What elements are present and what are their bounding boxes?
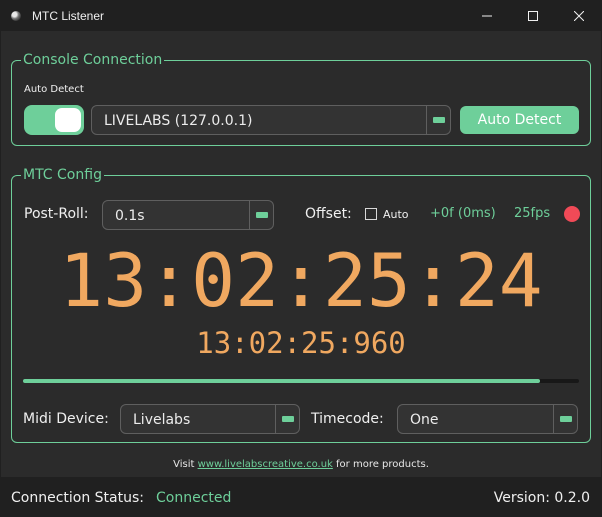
footer-visit-suffix: for more products.	[332, 459, 429, 470]
toggle-knob	[55, 108, 81, 132]
minimize-icon	[482, 15, 492, 16]
console-select-value: LIVELABS (127.0.0.1)	[104, 113, 253, 129]
post-roll-select[interactable]: 0.1s	[102, 200, 274, 230]
chevron-down-icon	[275, 405, 299, 433]
footer-note: Visit www.livelabscreative.co.uk for mor…	[1, 459, 601, 470]
post-roll-label: Post-Roll:	[24, 206, 89, 222]
fps-value: 25fps	[514, 206, 551, 221]
footer-visit-prefix: Visit	[173, 459, 198, 470]
chevron-down-icon	[249, 201, 273, 229]
offset-label: Offset:	[305, 206, 352, 222]
console-connection-title: Console Connection	[21, 51, 165, 69]
website-link[interactable]: www.livelabscreative.co.uk	[198, 459, 333, 470]
app-icon	[11, 10, 21, 21]
timecode-display: 13:02:25:24	[59, 239, 543, 324]
timecode-ms-display: 13:02:25:960	[196, 326, 406, 360]
connection-status-label: Connection Status:	[11, 490, 144, 506]
mtc-config-title: MTC Config	[21, 166, 104, 184]
timecode-select[interactable]: One	[397, 404, 578, 434]
timecode-select-value: One	[410, 412, 439, 428]
chevron-down-icon	[426, 106, 450, 134]
minimize-button[interactable]	[464, 0, 510, 31]
timecode-progress-fill	[23, 379, 541, 383]
auto-detect-label: Auto Detect	[24, 84, 84, 95]
version-label: Version: 0.2.0	[493, 490, 590, 506]
midi-device-select[interactable]: Livelabs	[120, 404, 300, 434]
status-indicator	[564, 206, 580, 222]
close-button[interactable]	[556, 0, 602, 31]
console-select[interactable]: LIVELABS (127.0.0.1)	[91, 105, 451, 135]
offset-auto-checkbox[interactable]	[365, 208, 377, 220]
post-roll-value: 0.1s	[115, 208, 145, 224]
midi-device-value: Livelabs	[133, 412, 191, 428]
offset-auto-label: Auto	[383, 208, 409, 221]
maximize-icon	[528, 10, 538, 21]
auto-detect-button[interactable]: Auto Detect	[460, 106, 579, 134]
window-title: MTC Listener	[32, 8, 105, 23]
chevron-down-icon	[553, 405, 577, 433]
auto-detect-button-label: Auto Detect	[477, 112, 562, 128]
close-icon	[574, 10, 584, 21]
timecode-progress	[23, 379, 579, 383]
maximize-button[interactable]	[510, 0, 556, 31]
offset-value: +0f (0ms)	[430, 206, 496, 221]
main-window: Console Connection Auto Detect LIVELABS …	[1, 31, 601, 516]
midi-device-label: Midi Device:	[23, 411, 109, 427]
timecode-label: Timecode:	[311, 411, 384, 427]
title-bar: MTC Listener	[0, 0, 602, 31]
status-bar: Connection Status: Connected Version: 0.…	[1, 477, 601, 516]
connection-status-value: Connected	[156, 490, 232, 506]
console-connection-group: Console Connection Auto Detect LIVELABS …	[11, 51, 591, 146]
auto-detect-toggle[interactable]	[24, 105, 84, 135]
